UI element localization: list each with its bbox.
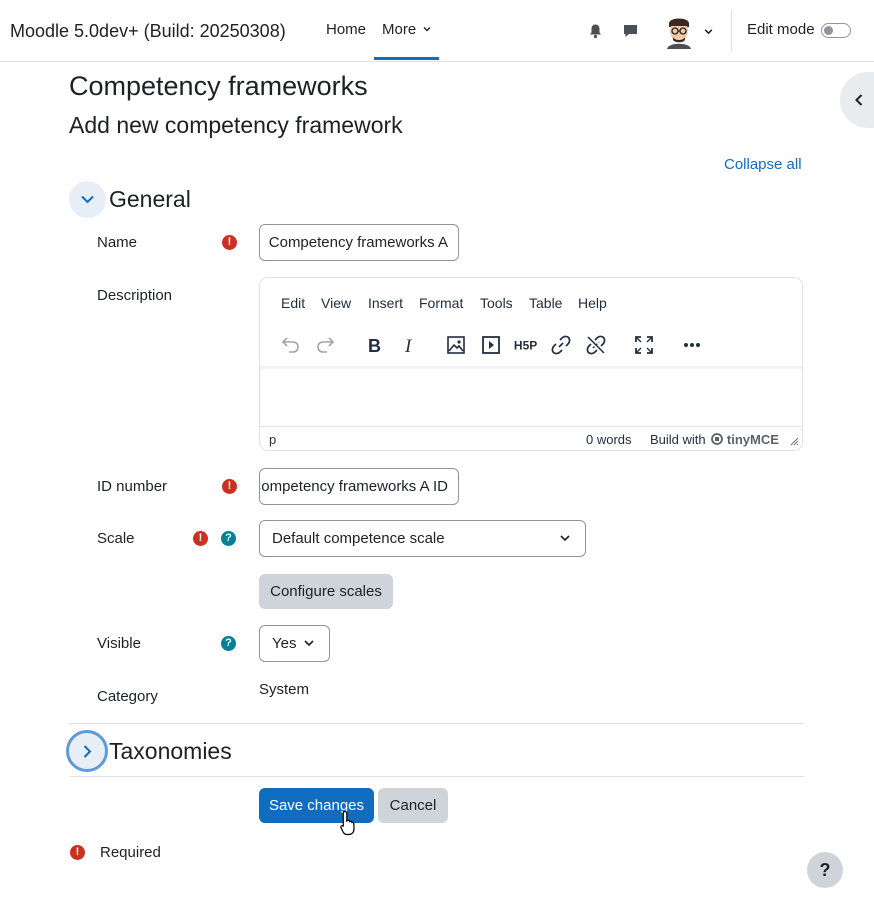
active-nav-indicator — [374, 57, 439, 60]
name-field[interactable]: Competency frameworks A — [259, 224, 459, 261]
section-title-general: General — [109, 186, 191, 212]
fullscreen-icon[interactable] — [632, 333, 656, 357]
open-block-drawer-button[interactable] — [840, 72, 874, 128]
italic-icon[interactable]: I — [397, 333, 421, 357]
undo-icon[interactable] — [278, 333, 302, 357]
page-subtitle: Add new competency framework — [69, 112, 403, 138]
chevron-down-icon — [560, 535, 570, 542]
page-title: Competency frameworks — [69, 71, 368, 101]
site-brand[interactable]: Moodle 5.0dev+ (Build: 20250308) — [10, 21, 286, 42]
taxonomies-section-toggle[interactable] — [66, 730, 108, 772]
help-icon[interactable]: ? — [221, 531, 236, 546]
nav-home-link[interactable]: Home — [326, 21, 366, 38]
tinymce-logo-icon — [711, 433, 724, 445]
category-value: System — [259, 681, 310, 698]
svg-text:B: B — [368, 336, 381, 356]
category-label: Category — [97, 688, 158, 705]
editor-menu-view[interactable]: View — [321, 295, 351, 311]
bold-icon[interactable]: B — [362, 333, 386, 357]
hand-cursor-icon — [340, 810, 355, 836]
resize-handle-icon[interactable] — [790, 437, 799, 446]
scale-select-value: Default competence scale — [272, 530, 445, 547]
more-icon[interactable] — [680, 333, 704, 357]
configure-scales-button[interactable]: Configure scales — [259, 574, 393, 609]
editor-menu-edit[interactable]: Edit — [281, 295, 305, 311]
svg-text:H5P: H5P — [514, 339, 537, 353]
chevron-right-icon — [83, 745, 92, 758]
description-editor-content[interactable] — [260, 366, 802, 426]
section-divider — [69, 776, 804, 777]
chevron-left-icon — [855, 94, 863, 106]
bell-icon[interactable] — [588, 23, 603, 39]
unlink-icon[interactable] — [584, 333, 608, 357]
editor-menu-insert[interactable]: Insert — [368, 295, 403, 311]
tinymce-wordmark: tinyMCE — [726, 432, 779, 447]
svg-text:I: I — [404, 336, 413, 357]
cancel-button[interactable]: Cancel — [378, 788, 448, 823]
media-icon[interactable] — [479, 333, 503, 357]
editor-statusbar: p 0 words Build with tinyMCE — [260, 426, 802, 450]
edit-mode-label: Edit mode — [747, 21, 815, 38]
idnumber-field[interactable]: Competency frameworks A ID — [259, 468, 459, 505]
top-navbar: Moodle 5.0dev+ (Build: 20250308) Home Mo… — [0, 0, 874, 62]
editor-menu-table[interactable]: Table — [529, 295, 562, 311]
user-menu-chevron-icon[interactable] — [703, 26, 714, 37]
required-icon: ! — [222, 235, 237, 250]
editor-branding[interactable]: Build with tinyMCE — [650, 432, 779, 447]
section-divider — [69, 723, 804, 724]
editor-menu-format[interactable]: Format — [419, 295, 463, 311]
name-field-value: Competency frameworks A — [268, 234, 448, 251]
messages-icon[interactable] — [622, 23, 639, 39]
idnumber-label: ID number — [97, 478, 168, 495]
editor-menu-tools[interactable]: Tools — [480, 295, 513, 311]
editor-branding-label: Build with — [650, 432, 706, 447]
description-editor: Edit View Insert Format Tools Table Help… — [259, 277, 803, 451]
redo-icon[interactable] — [314, 333, 338, 357]
general-section-toggle[interactable] — [69, 181, 106, 218]
chevron-down-icon — [423, 27, 431, 32]
section-title-taxonomies: Taxonomies — [109, 738, 232, 764]
image-icon[interactable] — [444, 333, 468, 357]
scale-label: Scale — [97, 530, 135, 547]
required-icon: ! — [70, 845, 85, 860]
visible-select[interactable]: Yes — [259, 625, 330, 662]
idnumber-field-value: Competency frameworks A ID — [259, 478, 448, 495]
required-icon: ! — [222, 479, 237, 494]
editor-wordcount[interactable]: 0 words — [586, 432, 632, 447]
description-label: Description — [97, 287, 173, 304]
help-icon[interactable]: ? — [221, 636, 236, 651]
editor-menu-help[interactable]: Help — [578, 295, 607, 311]
page-help-button[interactable]: ? — [807, 852, 843, 888]
nav-more-label: More — [382, 21, 417, 38]
name-label: Name — [97, 234, 138, 251]
scale-select[interactable]: Default competence scale — [259, 520, 586, 557]
required-note: Required — [100, 844, 161, 861]
chevron-down-icon — [304, 640, 314, 647]
editor-element-path[interactable]: p — [269, 432, 276, 447]
h5p-icon[interactable]: H5P — [513, 333, 537, 357]
link-icon[interactable] — [549, 333, 573, 357]
visible-label: Visible — [97, 635, 141, 652]
chevron-down-icon — [81, 195, 94, 204]
visible-select-value: Yes — [272, 635, 297, 652]
edit-mode-toggle[interactable] — [821, 23, 851, 38]
collapse-all-link[interactable]: Collapse all — [724, 156, 802, 173]
required-icon: ! — [193, 531, 208, 546]
nav-more-menu[interactable]: More — [382, 21, 432, 38]
toggle-knob — [824, 26, 833, 35]
avatar[interactable] — [662, 13, 696, 49]
navbar-divider — [731, 10, 732, 52]
